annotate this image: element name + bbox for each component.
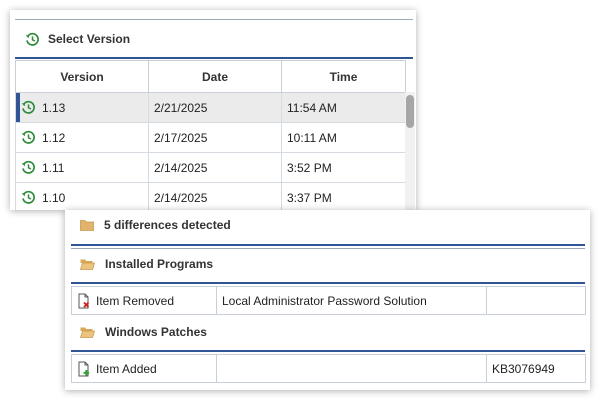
version-row[interactable]: 1.11 2/14/2025 3:52 PM <box>15 152 406 183</box>
version-panel: Select Version Version Date Time 1.13 2/… <box>10 10 416 210</box>
differences-panel: 5 differences detected Installed Program… <box>65 210 590 390</box>
open-folder-icon <box>80 326 95 338</box>
status-cell: Item Added <box>71 354 217 383</box>
history-clock-icon <box>21 160 36 175</box>
item-name-cell <box>216 354 487 383</box>
version-row-selected[interactable]: 1.13 2/21/2025 11:54 AM <box>15 92 406 123</box>
group-header-windows-patches[interactable]: Windows Patches <box>80 325 207 339</box>
date-cell: 2/17/2025 <box>148 122 282 153</box>
status-label: Item Removed <box>96 293 175 308</box>
status-label: Item Added <box>96 361 157 376</box>
time-cell: 3:52 PM <box>281 152 406 183</box>
item-detail-cell: KB3076949 <box>486 354 586 383</box>
differences-summary-text: 5 differences detected <box>104 218 231 232</box>
column-header-version[interactable]: Version <box>15 60 149 93</box>
title-divider <box>15 57 413 59</box>
divider <box>71 248 585 249</box>
history-clock-icon <box>25 32 40 47</box>
version-table: Version Date Time 1.13 2/21/2025 11:54 A… <box>15 60 406 210</box>
item-detail-cell <box>486 286 586 315</box>
version-number: 1.13 <box>42 100 66 115</box>
time-cell: 11:54 AM <box>281 92 406 123</box>
version-cell: 1.12 <box>15 122 149 153</box>
version-table-header: Version Date Time <box>15 60 406 93</box>
status-cell: Item Removed <box>71 286 217 315</box>
version-panel-title: Select Version <box>48 32 131 46</box>
file-added-icon <box>77 361 91 377</box>
difference-row[interactable]: Item Added KB3076949 <box>71 354 586 383</box>
history-clock-icon <box>21 190 36 205</box>
version-number: 1.11 <box>42 160 65 175</box>
version-row[interactable]: 1.10 2/14/2025 3:37 PM <box>15 182 406 210</box>
column-header-date[interactable]: Date <box>148 60 282 93</box>
time-cell: 10:11 AM <box>281 122 406 153</box>
version-cell: 1.10 <box>15 182 149 210</box>
date-cell: 2/21/2025 <box>148 92 282 123</box>
vertical-scrollbar[interactable] <box>405 92 415 210</box>
group-name: Installed Programs <box>105 257 214 271</box>
summary-divider <box>71 244 585 246</box>
history-clock-icon <box>21 100 36 115</box>
version-number: 1.10 <box>42 190 66 205</box>
group-name: Windows Patches <box>105 325 207 339</box>
difference-row[interactable]: Item Removed Local Administrator Passwor… <box>71 286 586 315</box>
scrollbar-thumb[interactable] <box>406 95 414 128</box>
differences-summary: 5 differences detected <box>80 218 231 232</box>
installed-programs-table: Item Removed Local Administrator Passwor… <box>71 286 586 315</box>
version-panel-header: Select Version <box>25 31 130 47</box>
group-divider <box>71 350 585 352</box>
history-clock-icon <box>21 130 36 145</box>
group-header-installed-programs[interactable]: Installed Programs <box>80 257 213 271</box>
group-divider <box>71 282 585 284</box>
time-cell: 3:37 PM <box>281 182 406 210</box>
divider <box>15 19 413 20</box>
version-row[interactable]: 1.12 2/17/2025 10:11 AM <box>15 122 406 153</box>
version-number: 1.12 <box>42 130 66 145</box>
item-name-cell: Local Administrator Password Solution <box>216 286 487 315</box>
file-removed-icon <box>77 293 91 309</box>
column-header-time[interactable]: Time <box>281 60 406 93</box>
date-cell: 2/14/2025 <box>148 152 282 183</box>
windows-patches-table: Item Added KB3076949 <box>71 354 586 383</box>
date-cell: 2/14/2025 <box>148 182 282 210</box>
open-folder-icon <box>80 258 95 270</box>
folder-icon <box>80 219 94 231</box>
version-cell: 1.13 <box>15 92 149 123</box>
version-cell: 1.11 <box>15 152 149 183</box>
